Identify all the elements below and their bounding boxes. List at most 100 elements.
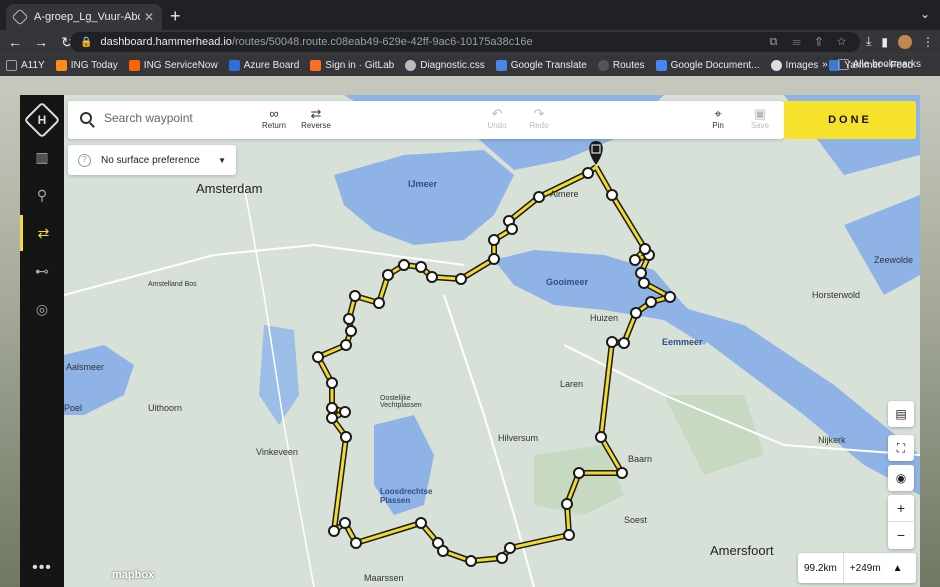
search-input[interactable]: Search waypoint <box>104 111 193 125</box>
bookmark-ing-servicenow[interactable]: ING ServiceNow <box>128 60 218 71</box>
browser-tab[interactable]: A-groep_Lg_Vuur-Abcoude ✕ <box>6 4 162 30</box>
waypoint-marker[interactable] <box>496 552 508 564</box>
waypoint-marker[interactable] <box>635 267 647 279</box>
hammerhead-logo[interactable]: H <box>23 101 61 139</box>
waypoint-marker[interactable] <box>339 406 351 418</box>
bookmark-google-document[interactable]: Google Document... <box>655 60 760 71</box>
waypoint-marker[interactable] <box>340 431 352 443</box>
waypoint-marker[interactable] <box>465 555 477 567</box>
waypoint-marker[interactable] <box>350 537 362 549</box>
waypoint-marker[interactable] <box>504 542 516 554</box>
return-button[interactable]: ∞ Return <box>254 107 294 131</box>
waypoint-marker[interactable] <box>426 271 438 283</box>
waypoint-marker[interactable] <box>398 259 410 271</box>
waypoint-marker[interactable] <box>326 412 338 424</box>
waypoint-marker[interactable] <box>373 297 385 309</box>
waypoint-marker[interactable] <box>638 277 650 289</box>
place-uithoorn: Uithoorn <box>148 403 183 413</box>
waypoint-marker[interactable] <box>415 261 427 273</box>
back-icon[interactable]: ← <box>4 34 26 50</box>
waypoint-marker[interactable] <box>645 296 657 308</box>
waypoint-marker[interactable] <box>488 234 500 246</box>
route-stats[interactable]: 99.2km +249m ▲ <box>798 553 916 583</box>
forward-icon[interactable]: → <box>30 34 52 50</box>
waypoint-marker[interactable] <box>339 517 351 529</box>
waypoint-marker[interactable] <box>664 291 676 303</box>
save-button[interactable]: ▣ Save <box>740 107 780 131</box>
waypoint-marker[interactable] <box>488 253 500 265</box>
document-icon <box>655 60 667 71</box>
waypoint-marker[interactable] <box>606 336 618 348</box>
place-zeewolde: Zeewolde <box>874 255 914 265</box>
waypoint-marker[interactable] <box>437 545 449 557</box>
new-tab-button[interactable]: + <box>170 6 181 27</box>
waypoint-marker[interactable] <box>630 307 642 319</box>
fit-route-button[interactable]: ⛶ <box>888 435 914 461</box>
zoom-in-button[interactable]: + <box>888 495 914 522</box>
waypoint-marker[interactable] <box>343 313 355 325</box>
waypoint-marker[interactable] <box>506 223 518 235</box>
close-tab-icon[interactable]: ✕ <box>144 10 154 24</box>
bookmark-images[interactable]: Images <box>770 60 818 71</box>
sidebar-item-routes[interactable]: ⇄ <box>20 215 64 251</box>
sidebar-item-rides[interactable]: ⚲ <box>20 177 64 213</box>
sidebar-item-progress[interactable]: ◎ <box>20 291 64 327</box>
waypoint-marker[interactable] <box>326 402 338 414</box>
bookmark-gitlab[interactable]: Sign in · GitLab <box>310 60 394 71</box>
waypoint-marker[interactable] <box>616 467 628 479</box>
search-waypoint[interactable]: Search waypoint <box>80 111 193 125</box>
more-icon[interactable]: ••• <box>20 559 64 577</box>
reverse-button[interactable]: ⇄ Reverse <box>296 107 336 131</box>
profile-avatar[interactable] <box>898 34 912 49</box>
help-icon: ? <box>78 153 91 167</box>
waypoint-marker[interactable] <box>328 525 340 537</box>
omnibox-actions-icon[interactable]: ⧉ ☰ ⇪ ☆ <box>770 36 852 49</box>
zoom-out-button[interactable]: − <box>888 522 914 549</box>
bookmark-diagnostic-css[interactable]: Diagnostic.css <box>405 60 485 71</box>
bookmark-azure-board[interactable]: Azure Board <box>228 60 299 71</box>
east-water <box>844 195 920 295</box>
waypoint-marker[interactable] <box>573 467 585 479</box>
waypoint-marker[interactable] <box>455 273 467 285</box>
waypoint-marker[interactable] <box>639 243 651 255</box>
waypoint-marker[interactable] <box>415 517 427 529</box>
waypoint-marker[interactable] <box>345 325 357 337</box>
waypoint-marker[interactable] <box>618 337 630 349</box>
done-button[interactable]: DONE <box>784 101 916 139</box>
waypoint-marker[interactable] <box>563 529 575 541</box>
bookmark-a11y[interactable]: A11Y <box>6 60 45 71</box>
bookmark-routes[interactable]: Routes <box>597 60 645 71</box>
redo-button[interactable]: ↷ Redo <box>519 107 559 131</box>
waypoint-marker[interactable] <box>606 189 618 201</box>
waypoint-marker[interactable] <box>595 431 607 443</box>
tab-search-chevron-icon[interactable]: ⌄ <box>920 7 930 21</box>
surface-preference-select[interactable]: ? No surface preference ▼ <box>68 145 236 175</box>
waypoint-marker[interactable] <box>326 377 338 389</box>
pin-button[interactable]: ⌖ Pin <box>698 107 738 131</box>
map-style-button[interactable]: ▤ <box>888 401 914 427</box>
browser-menu-icon[interactable]: ⋮ <box>922 35 934 49</box>
waypoint-marker[interactable] <box>629 254 641 266</box>
waypoint-marker[interactable] <box>582 167 594 179</box>
download-icon[interactable]: ⤓ <box>866 34 871 49</box>
waypoint-marker[interactable] <box>340 339 352 351</box>
bookmarks-overflow-button[interactable]: » <box>822 59 828 70</box>
address-bar[interactable]: 🔒 dashboard.hammerhead.io /routes/50048.… <box>70 32 860 52</box>
undo-button[interactable]: ↶ Undo <box>477 107 517 131</box>
locate-button[interactable]: ◉ <box>888 465 914 491</box>
waypoint-marker[interactable] <box>312 351 324 363</box>
sidepanel-icon[interactable]: ▮ <box>881 35 888 49</box>
azure-icon <box>228 60 240 71</box>
sidebar-item-workouts[interactable]: ⊷ <box>20 253 64 289</box>
waypoint-marker[interactable] <box>382 269 394 281</box>
waypoint-marker[interactable] <box>561 498 573 510</box>
caret-down-icon: ▼ <box>218 155 226 165</box>
bookmark-google-translate[interactable]: Google Translate <box>495 60 587 71</box>
all-bookmarks-button[interactable]: Alle bookmarks <box>837 59 921 70</box>
mapbox-attribution[interactable]: mapbox <box>112 569 154 581</box>
sidebar-item-activities[interactable]: ▥ <box>20 139 64 175</box>
waypoint-marker[interactable] <box>533 191 545 203</box>
bookmark-ing-today[interactable]: ING Today <box>55 60 118 71</box>
place-horsterwold: Horsterwold <box>812 290 861 300</box>
waypoint-marker[interactable] <box>349 290 361 302</box>
